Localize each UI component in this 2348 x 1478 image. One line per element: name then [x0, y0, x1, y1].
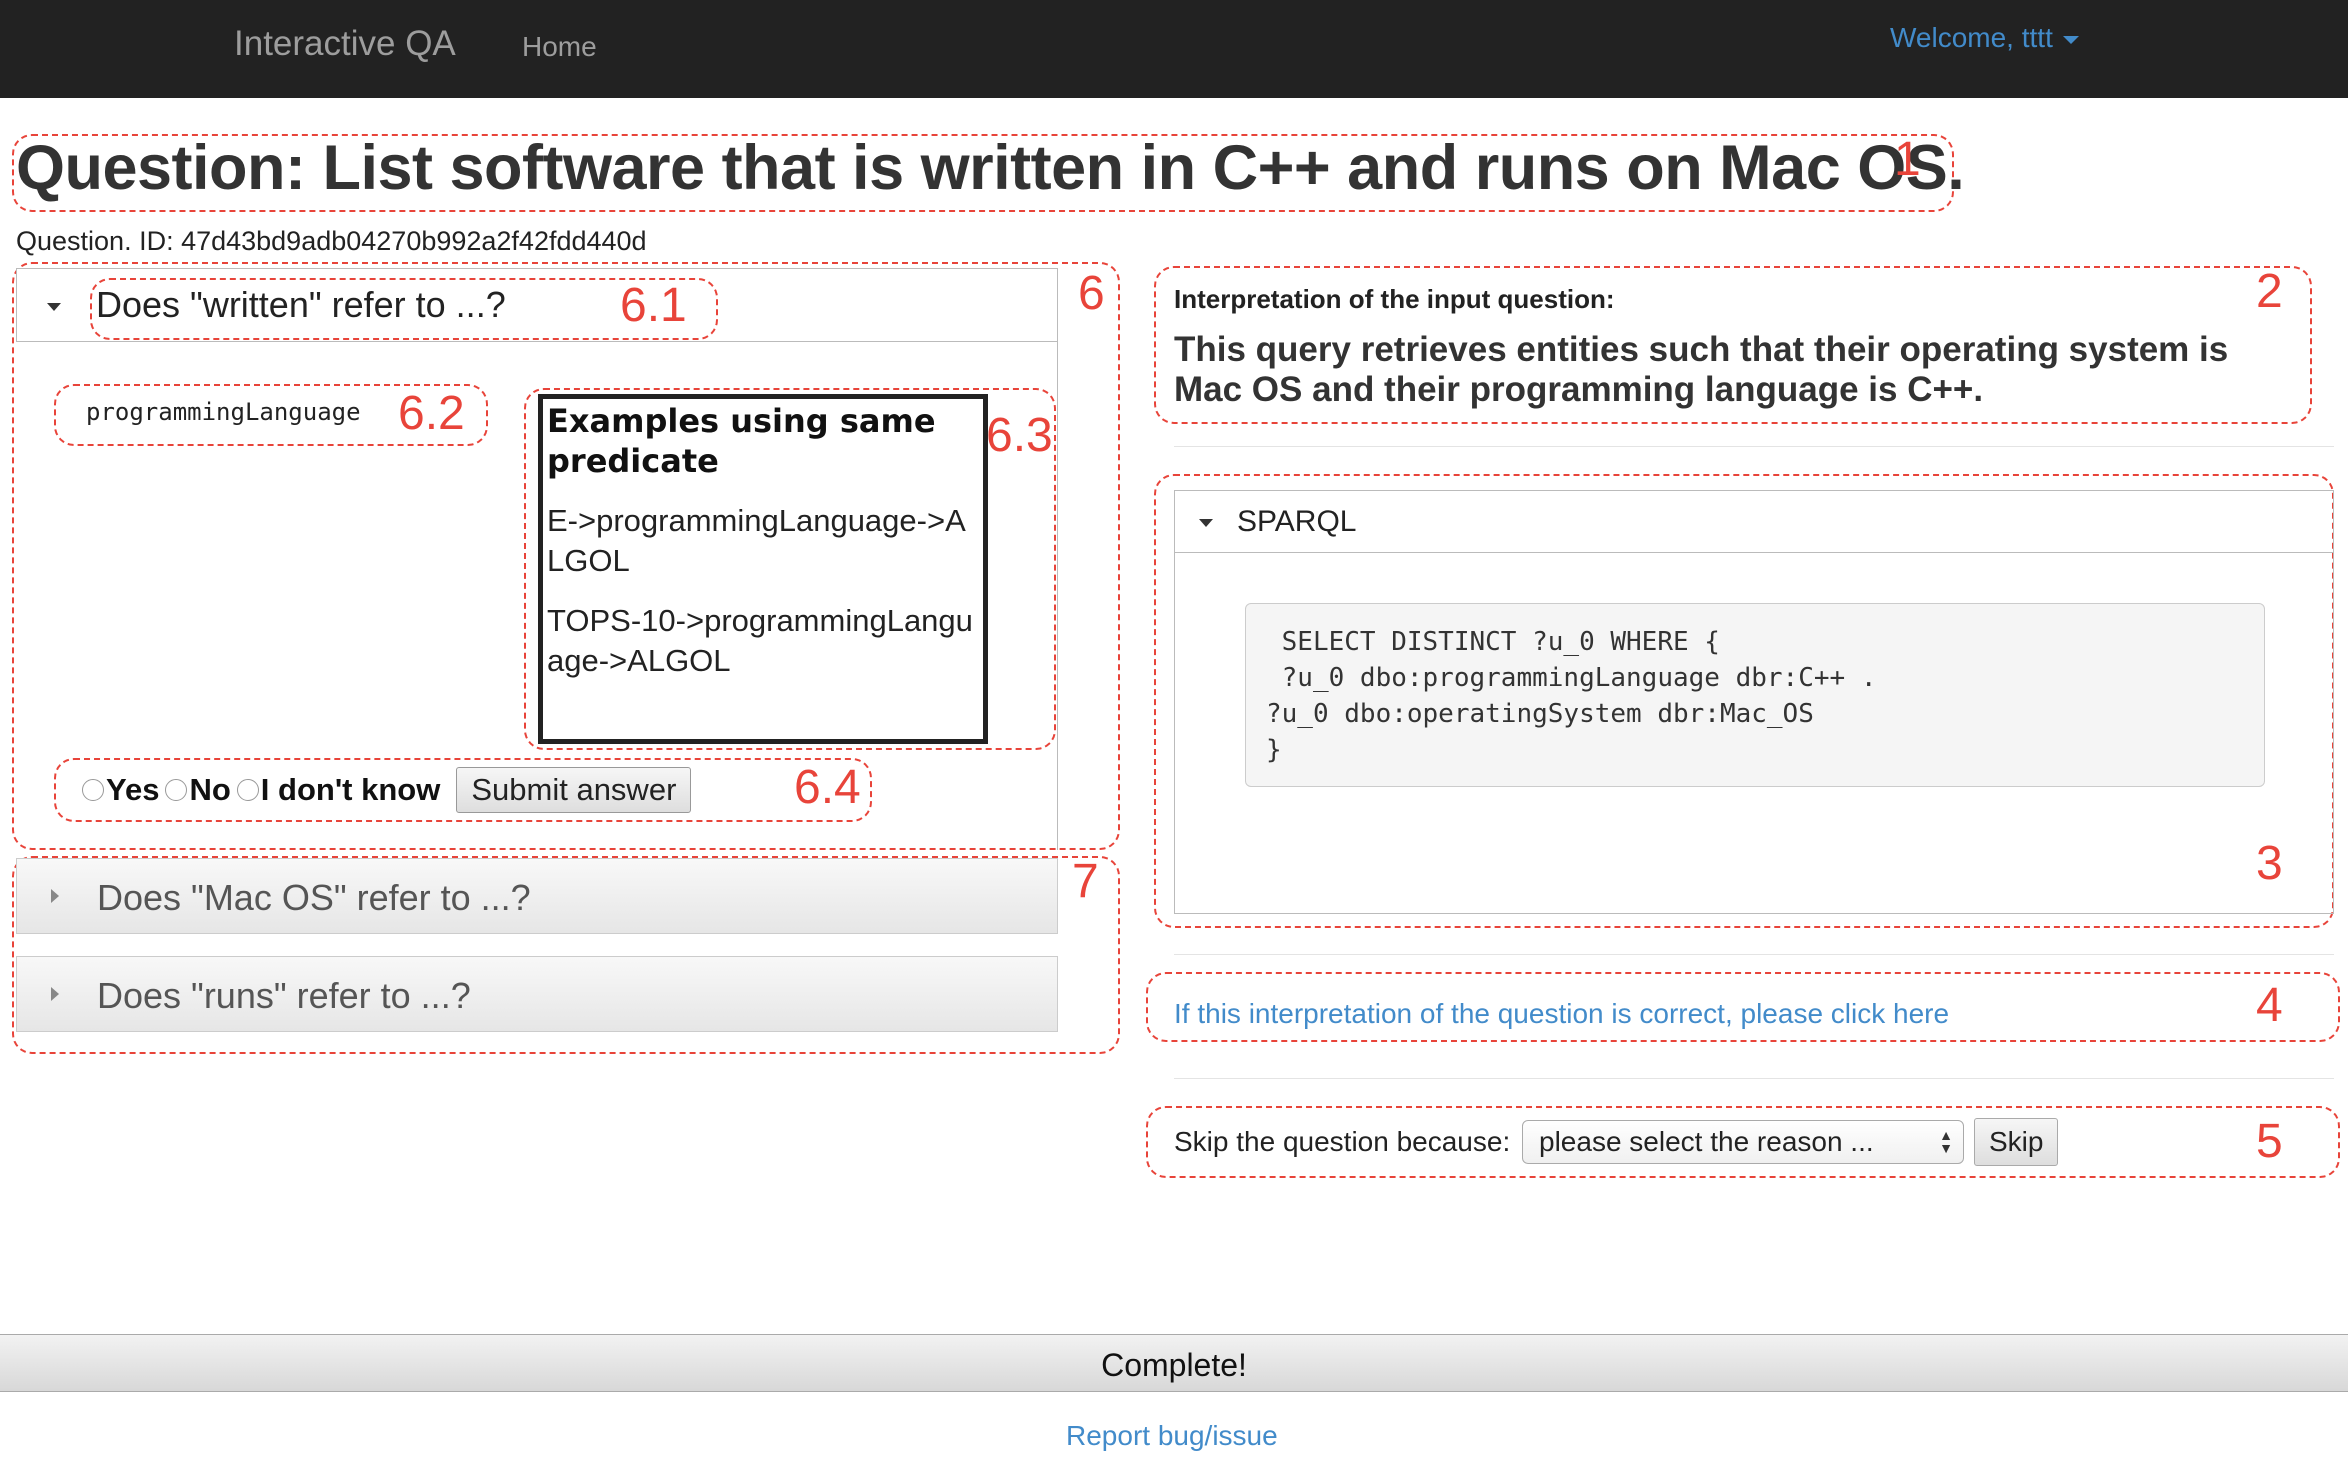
divider	[1174, 446, 2334, 447]
sparql-query: SELECT DISTINCT ?u_0 WHERE { ?u_0 dbo:pr…	[1245, 603, 2265, 787]
annotation-number-6-1: 6.1	[620, 279, 687, 332]
skip-reason-select[interactable]: please select the reason ... ▲ ▼	[1522, 1120, 1964, 1164]
radio-dont-know[interactable]	[236, 779, 259, 801]
example-item: E->programmingLanguage->ALGOL	[547, 503, 966, 578]
skip-reason-value: please select the reason ...	[1539, 1126, 1874, 1157]
radio-dont-know-label: I don't know	[260, 772, 441, 807]
ambiguity-panel-runs[interactable]: Does "runs" refer to ...?	[16, 956, 1058, 1032]
interpretation-title: Interpretation of the input question:	[1174, 284, 1615, 314]
annotation-number-4: 4	[2256, 979, 2283, 1032]
answer-row: Yes No I don't know Submit answer	[82, 767, 692, 813]
sparql-panel: SPARQL SELECT DISTINCT ?u_0 WHERE { ?u_0…	[1174, 490, 2334, 914]
user-menu[interactable]: Welcome, tttt	[1890, 22, 2079, 54]
sparql-panel-header[interactable]: SPARQL	[1175, 491, 2333, 553]
collapse-triangle-icon	[1199, 519, 1213, 527]
annotation-number-6-3: 6.3	[986, 409, 1053, 462]
sparql-label: SPARQL	[1237, 505, 1357, 538]
examples-box: Examples using same predicate E->program…	[538, 394, 988, 744]
annotation-number-7: 7	[1072, 855, 1099, 908]
navbar: Interactive QA Home Welcome, tttt	[0, 0, 2348, 98]
complete-button[interactable]: Complete!	[0, 1334, 2348, 1392]
annotation-number-3: 3	[2256, 837, 2283, 890]
annotation-number-5: 5	[2256, 1115, 2283, 1168]
interpretation-text: This query retrieves entities such that …	[1174, 330, 2229, 409]
predicate-label: programmingLanguage	[86, 398, 361, 426]
report-bug-link[interactable]: Report bug/issue	[1066, 1420, 1278, 1452]
annotation-number-6-4: 6.4	[794, 761, 861, 814]
radio-yes[interactable]	[82, 779, 104, 801]
question-title: Question: List software that is written …	[16, 133, 1965, 203]
ambiguity-question-runs: Does "runs" refer to ...?	[97, 975, 471, 1016]
skip-label: Skip the question because:	[1174, 1126, 1511, 1157]
ambiguity-question-mac-os: Does "Mac OS" refer to ...?	[97, 877, 531, 918]
select-arrows-icon: ▲ ▼	[1939, 1127, 1953, 1156]
divider	[1174, 954, 2334, 955]
expand-triangle-icon	[51, 889, 59, 903]
ambiguity-panel-mac-os[interactable]: Does "Mac OS" refer to ...?	[16, 858, 1058, 934]
annotation-number-6-2: 6.2	[398, 387, 465, 440]
annotation-number-6: 6	[1078, 267, 1105, 320]
examples-title: Examples using same predicate	[547, 402, 936, 480]
nav-home-link[interactable]: Home	[522, 31, 597, 63]
brand-link[interactable]: Interactive QA	[234, 24, 456, 64]
radio-no-label: No	[189, 772, 231, 807]
user-menu-label: Welcome, tttt	[1890, 22, 2053, 53]
question-id: Question. ID: 47d43bd9adb04270b992a2f42f…	[16, 226, 647, 256]
radio-yes-label: Yes	[106, 772, 160, 807]
divider	[1174, 1078, 2334, 1079]
complete-label: Complete!	[1101, 1347, 1247, 1383]
caret-down-icon	[2062, 35, 2079, 44]
skip-button[interactable]: Skip	[1974, 1118, 2059, 1166]
example-item: TOPS-10->programmingLanguage->ALGOL	[547, 603, 973, 678]
submit-answer-button[interactable]: Submit answer	[456, 767, 692, 813]
annotation-number-2: 2	[2256, 265, 2283, 318]
collapse-triangle-icon	[47, 303, 61, 311]
annotation-number-1: 1	[1894, 133, 1921, 186]
interpretation-correct-link[interactable]: If this interpretation of the question i…	[1174, 998, 1949, 1030]
ambiguity-question-written: Does "written" refer to ...?	[96, 284, 506, 325]
expand-triangle-icon	[51, 987, 59, 1001]
radio-no[interactable]	[165, 779, 188, 801]
